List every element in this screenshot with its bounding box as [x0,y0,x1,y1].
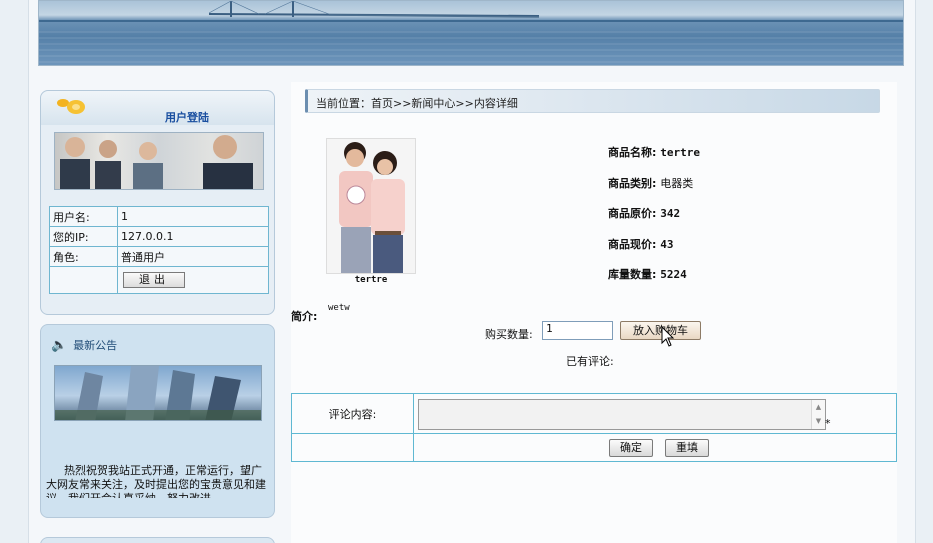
spec-value: 43 [660,237,674,251]
notice-header: 🔈 最新公告 [51,337,251,355]
main-content: 当前位置：首页>>新闻中心>>内容详细 tertre 商品名称: tertre … [291,82,897,543]
required-mark: * [825,417,831,430]
login-title: 用户登陆 [165,111,209,124]
mouse-cursor-icon [661,326,675,347]
quantity-input[interactable]: 1 [542,321,613,340]
spec-value: 电器类 [660,176,694,190]
water-texture [39,31,903,65]
spec-row-original-price: 商品原价: 342 [608,205,868,236]
username-label: 用户名: [49,206,118,227]
spec-row-category: 商品类别: 电器类 [608,175,868,206]
breadcrumb: 当前位置：首页>>新闻中心>>内容详细 [316,97,518,110]
quantity-label: 购买数量: [485,328,533,341]
spec-row-stock: 库量数量: 5224 [608,266,868,297]
table-row: 用户名: 1 [49,206,269,227]
notice-panel: 🔈 最新公告 热烈祝贺我站正式开通，正常运行，望广大网友常来关注，及时提出您的宝贵… [40,324,275,518]
table-row: 退出 [49,266,269,294]
comment-buttons-cell [413,433,897,462]
role-value: 普通用户 [117,246,269,267]
username-value: 1 [117,206,269,227]
speaker-icon: 🔈 [51,338,68,353]
reset-button[interactable]: 重填 [665,439,709,457]
product-specs: 商品名称: tertre 商品类别: 电器类 商品原价: 342 商品现价: 4… [608,144,868,297]
notice-text: 热烈祝贺我站正式开通，正常运行，望广大网友常来关注，及时提出您的宝贵意见和建议，… [46,464,266,498]
ip-value: 127.0.0.1 [117,226,269,247]
existing-comments-label: 已有评论: [566,355,614,368]
product-caption: tertre [354,275,388,285]
spec-label: 商品原价: [608,207,657,220]
spec-label: 商品类别: [608,176,657,190]
role-label: 角色: [49,246,118,267]
table-row: 角色: 普通用户 [49,246,269,267]
flower-icon [57,99,85,114]
logout-cell: 退出 [117,266,269,294]
login-panel: 用户登陆 用户名: 1 您的IP: 127.0.0.1 角色: 普通用户 退出 [40,90,275,315]
breadcrumb-bar: 当前位置：首页>>新闻中心>>内容详细 [305,89,880,113]
spec-label: 商品名称: [608,146,657,159]
notice-title: 最新公告 [73,339,118,352]
table-row [291,433,897,462]
horizon-line [39,20,903,22]
business-people-photo [54,132,264,190]
spec-value: 342 [660,207,681,220]
empty-cell [291,433,414,462]
product-image [326,138,416,274]
spec-label: 库量数量: [608,268,657,281]
intro-label: 简介: [291,310,318,323]
spec-row-name: 商品名称: tertre [608,144,868,175]
table-row: 您的IP: 127.0.0.1 [49,226,269,247]
logout-button[interactable]: 退出 [123,272,185,288]
textarea-scrollbar[interactable]: ▲ ▼ [811,400,825,429]
confirm-button[interactable]: 确定 [609,439,653,457]
header-banner [38,0,904,66]
ip-label: 您的IP: [49,226,118,247]
spec-label: 商品现价: [608,237,657,251]
spec-value: tertre [660,146,700,159]
spec-row-current-price: 商品现价: 43 [608,236,868,267]
user-info-table: 用户名: 1 您的IP: 127.0.0.1 角色: 普通用户 退出 [49,206,269,294]
next-panel-edge [40,537,275,543]
spec-value: 5224 [660,268,687,281]
empty-cell [49,266,118,294]
comment-content-label: 评论内容: [291,393,414,434]
bridge-illustration [209,1,539,18]
skyscraper-photo [54,365,262,421]
intro-text: wetw [328,303,350,313]
comment-textarea[interactable]: ▲ ▼ [418,399,826,430]
